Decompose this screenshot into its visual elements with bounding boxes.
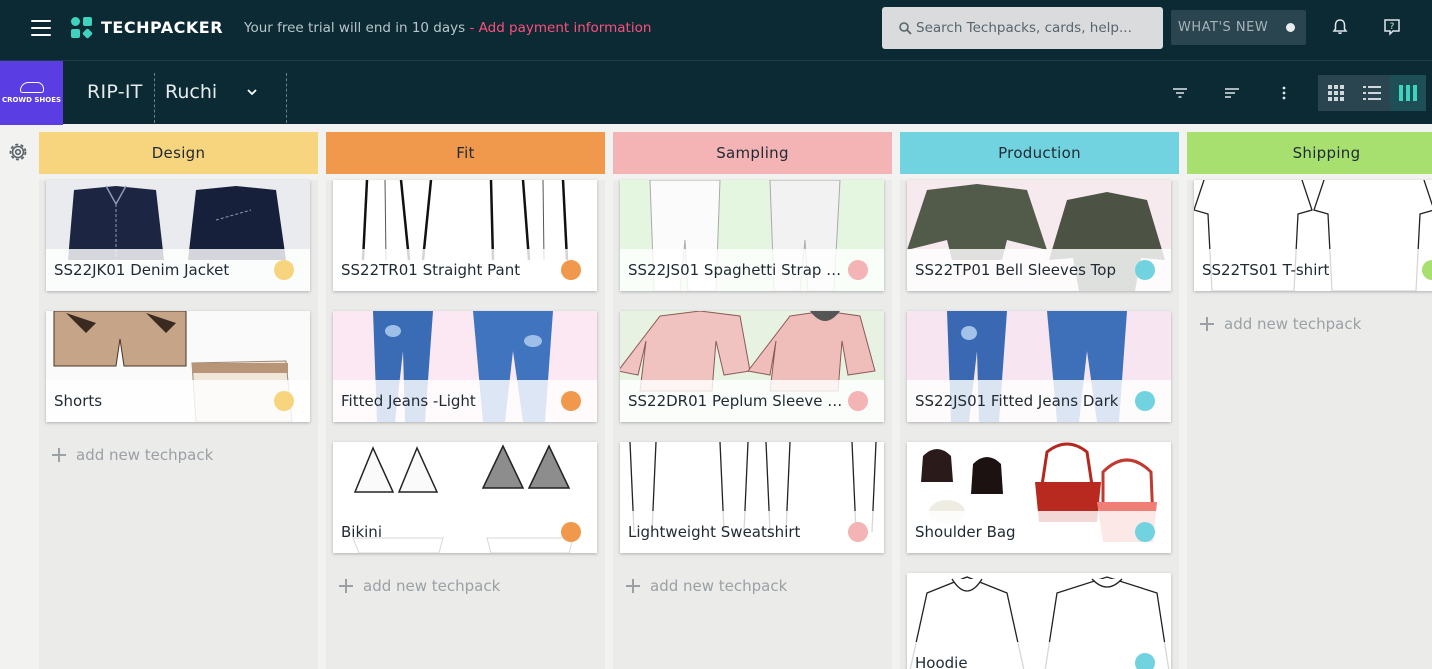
- card-title: Fitted Jeans -Light: [341, 392, 476, 410]
- search-input[interactable]: Search Techpacks, cards, help...: [882, 7, 1163, 49]
- card-title: SS22TP01 Bell Sleeves Top: [915, 261, 1116, 279]
- techpack-card[interactable]: SS22JS01 Fitted Jeans Dark: [907, 311, 1171, 422]
- techpack-card[interactable]: Lightweight Sweatshirt: [620, 442, 884, 553]
- status-dot[interactable]: [1135, 260, 1155, 280]
- chevron-down-icon[interactable]: [247, 87, 257, 97]
- column-header[interactable]: Design: [39, 132, 318, 174]
- whats-new-button[interactable]: WHAT'S NEW: [1171, 10, 1306, 45]
- techpack-card[interactable]: SS22DR01 Peplum Sleeve Dress: [620, 311, 884, 422]
- board-view-button[interactable]: [1390, 75, 1426, 111]
- trial-notice: Your free trial will end in 10 days - Ad…: [244, 20, 651, 36]
- techpack-card[interactable]: Shorts: [46, 311, 310, 422]
- grid-view-button[interactable]: [1318, 75, 1354, 111]
- hamburger-menu-icon[interactable]: [31, 20, 51, 36]
- status-dot[interactable]: [1135, 522, 1155, 542]
- card-title: Bikini: [341, 523, 382, 541]
- brand-logo[interactable]: CROWD SHOES: [0, 61, 63, 125]
- card-title: Shoulder Bag: [915, 523, 1016, 541]
- card-title: SS22JK01 Denim Jacket: [54, 261, 230, 279]
- filter-icon[interactable]: [1171, 84, 1189, 102]
- column-header[interactable]: Shipping: [1187, 132, 1432, 174]
- add-techpack-label: add new techpack: [363, 577, 501, 595]
- card-title: SS22TS01 T-shirt: [1202, 261, 1330, 279]
- add-techpack-button[interactable]: add new techpack: [1200, 315, 1361, 333]
- top-bar: TECHPACKER Your free trial will end in 1…: [0, 0, 1432, 60]
- status-dot[interactable]: [561, 391, 581, 411]
- shoe-icon: [19, 82, 44, 93]
- list-icon: [1363, 86, 1381, 100]
- help-icon[interactable]: ?: [1382, 17, 1402, 37]
- plus-icon: [339, 579, 353, 593]
- add-payment-link[interactable]: - Add payment information: [469, 20, 651, 36]
- project-name[interactable]: Ruchi: [165, 81, 217, 103]
- search-icon: [899, 22, 912, 35]
- status-dot[interactable]: [274, 260, 294, 280]
- plus-icon: [1200, 317, 1214, 331]
- techpack-card[interactable]: SS22TS01 T-shirt: [1194, 180, 1432, 291]
- add-techpack-label: add new techpack: [1224, 315, 1362, 333]
- brand-name[interactable]: RIP-IT: [87, 81, 143, 103]
- status-dot[interactable]: [848, 391, 868, 411]
- column-shipping: Shipping SS22TS01 T-shirt add new techpack: [1187, 132, 1432, 669]
- column-header[interactable]: Production: [900, 132, 1179, 174]
- columns-icon: [1399, 85, 1417, 101]
- board-header: CROWD SHOES RIP-IT Ruchi: [0, 60, 1432, 125]
- techpack-card[interactable]: SS22TP01 Bell Sleeves Top: [907, 180, 1171, 291]
- card-title: Hoodie: [915, 654, 968, 669]
- card-title: SS22TR01 Straight Pant: [341, 261, 521, 279]
- column-fit: Fit SS22TR01 Straight Pant Fitted Jeans -L…: [326, 132, 605, 669]
- view-switcher: [1318, 75, 1428, 111]
- status-dot[interactable]: [274, 391, 294, 411]
- grid-icon: [1328, 85, 1344, 101]
- svg-text:?: ?: [1390, 22, 1395, 32]
- status-dot[interactable]: [561, 522, 581, 542]
- status-dot[interactable]: [848, 522, 868, 542]
- techpack-card[interactable]: Hoodie: [907, 573, 1171, 669]
- techpack-card[interactable]: SS22TR01 Straight Pant: [333, 180, 597, 291]
- status-dot[interactable]: [561, 260, 581, 280]
- status-dot[interactable]: [1135, 653, 1155, 669]
- gear-icon[interactable]: [6, 140, 30, 164]
- add-techpack-label: add new techpack: [76, 446, 214, 464]
- techpack-card[interactable]: Bikini: [333, 442, 597, 553]
- column-header[interactable]: Sampling: [613, 132, 892, 174]
- card-title: Shorts: [54, 392, 103, 410]
- status-dot[interactable]: [1135, 391, 1155, 411]
- divider: [154, 73, 155, 123]
- more-options-icon[interactable]: [1275, 84, 1293, 102]
- column-design: Design SS22JK01 Denim Jacket Shorts add new…: [39, 132, 318, 669]
- card-title: SS22JS01 Spaghetti Strap Jumpsuit: [628, 261, 843, 279]
- techpack-card[interactable]: SS22JK01 Denim Jacket: [46, 180, 310, 291]
- add-techpack-button[interactable]: add new techpack: [52, 446, 213, 464]
- plus-icon: [626, 579, 640, 593]
- techpacker-logo-icon: [71, 17, 93, 39]
- list-view-button[interactable]: [1354, 75, 1390, 111]
- app-name: TECHPACKER: [101, 18, 224, 37]
- column-production: Production SS22TP01 Bell Sleeves Top SS22J…: [900, 132, 1179, 669]
- card-title: SS22DR01 Peplum Sleeve Dress: [628, 392, 843, 410]
- card-title: Lightweight Sweatshirt: [628, 523, 801, 541]
- add-techpack-button[interactable]: add new techpack: [626, 577, 787, 595]
- app-logo[interactable]: TECHPACKER: [71, 17, 224, 39]
- divider: [286, 73, 287, 123]
- notification-dot: [1286, 23, 1296, 32]
- card-title: SS22JS01 Fitted Jeans Dark: [915, 392, 1119, 410]
- column-header[interactable]: Fit: [326, 132, 605, 174]
- trial-text: Your free trial will end in 10 days: [244, 20, 466, 36]
- techpack-card[interactable]: Fitted Jeans -Light: [333, 311, 597, 422]
- bell-icon[interactable]: [1330, 17, 1350, 37]
- search-placeholder: Search Techpacks, cards, help...: [916, 20, 1132, 36]
- add-techpack-label: add new techpack: [650, 577, 788, 595]
- techpack-card[interactable]: SS22JS01 Spaghetti Strap Jumpsuit: [620, 180, 884, 291]
- column-sampling: Sampling SS22JS01 Spaghetti Strap Jumpsui…: [613, 132, 892, 669]
- brand-logo-text: CROWD SHOES: [1, 96, 62, 104]
- plus-icon: [52, 448, 66, 462]
- sort-icon[interactable]: [1223, 84, 1241, 102]
- whats-new-label: WHAT'S NEW: [1178, 20, 1269, 35]
- add-techpack-button[interactable]: add new techpack: [339, 577, 500, 595]
- techpack-card[interactable]: Shoulder Bag: [907, 442, 1171, 553]
- status-dot[interactable]: [848, 260, 868, 280]
